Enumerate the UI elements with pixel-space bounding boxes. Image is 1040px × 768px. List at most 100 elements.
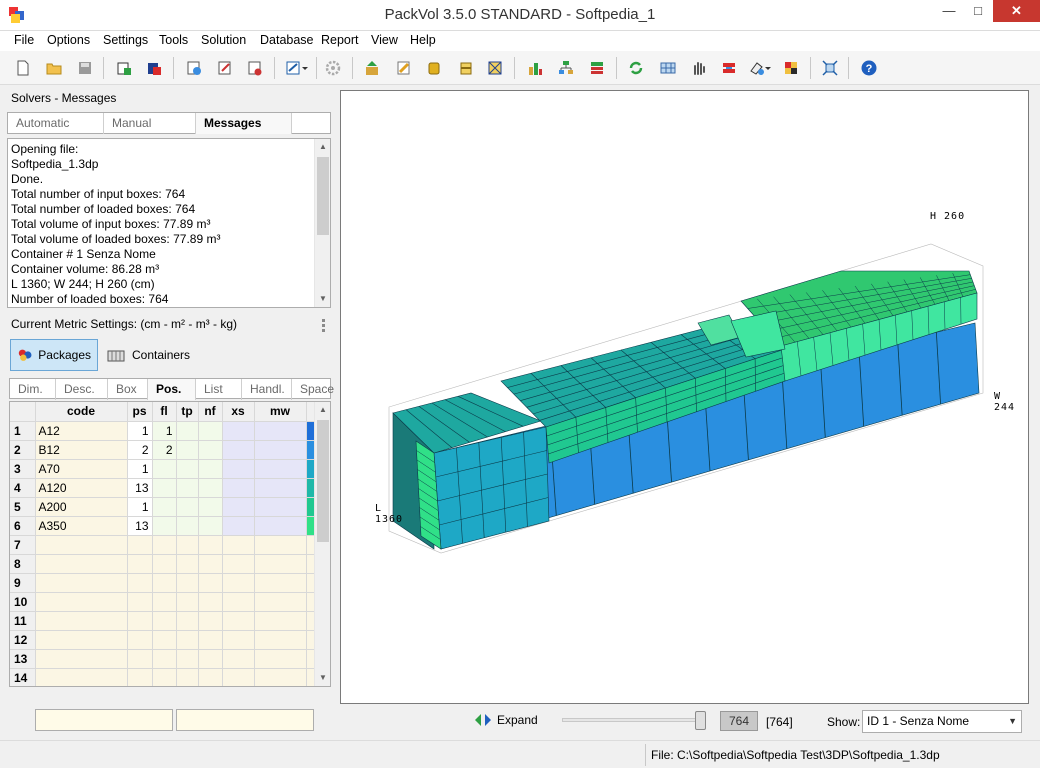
cell-tp[interactable] bbox=[176, 668, 199, 686]
table-row[interactable]: 4 A120 13 bbox=[10, 478, 317, 498]
cell-ps[interactable] bbox=[127, 573, 153, 593]
cell-tp[interactable] bbox=[176, 573, 199, 593]
column-header-tp[interactable]: tp bbox=[176, 402, 199, 422]
filter-input-right[interactable] bbox=[176, 709, 314, 731]
menu-database[interactable]: Database bbox=[260, 33, 314, 47]
scroll-thumb[interactable] bbox=[317, 420, 329, 542]
cell-mw[interactable] bbox=[254, 421, 307, 441]
cell-nf[interactable] bbox=[198, 516, 223, 536]
cell-fl[interactable] bbox=[152, 497, 177, 517]
table-row[interactable]: 11 bbox=[10, 611, 317, 631]
menu-report[interactable]: Report bbox=[321, 33, 359, 47]
cell-tp[interactable] bbox=[176, 516, 199, 536]
cell-code[interactable]: A70 bbox=[35, 459, 128, 479]
cell-fl[interactable] bbox=[152, 649, 177, 669]
split-icon[interactable] bbox=[718, 57, 740, 79]
table-row[interactable]: 5 A200 1 bbox=[10, 497, 317, 517]
tab-pos[interactable]: Pos. bbox=[148, 379, 196, 400]
cell-ps[interactable]: 1 bbox=[127, 459, 153, 479]
cell-ps[interactable]: 13 bbox=[127, 478, 153, 498]
tab-packages[interactable]: Packages bbox=[10, 339, 98, 371]
cell-code[interactable]: B12 bbox=[35, 440, 128, 460]
layers-icon[interactable] bbox=[586, 57, 608, 79]
column-header-ps[interactable]: ps bbox=[127, 402, 153, 422]
table-row[interactable]: 9 bbox=[10, 573, 317, 593]
table-row[interactable]: 12 bbox=[10, 630, 317, 650]
close-button[interactable]: ✕ bbox=[993, 0, 1040, 22]
cell-tp[interactable] bbox=[176, 649, 199, 669]
cell-xs[interactable] bbox=[222, 516, 255, 536]
open-folder-icon[interactable] bbox=[43, 57, 65, 79]
cell-ps[interactable] bbox=[127, 649, 153, 669]
tab-space[interactable]: Space bbox=[292, 379, 334, 400]
cell-xs[interactable] bbox=[222, 459, 255, 479]
save-icon[interactable] bbox=[74, 57, 96, 79]
tab-automatic[interactable]: Automatic bbox=[8, 113, 104, 134]
cell-nf[interactable] bbox=[198, 611, 223, 631]
cell-fl[interactable] bbox=[152, 611, 177, 631]
column-header-mw[interactable]: mw bbox=[254, 402, 307, 422]
cell-mw[interactable] bbox=[254, 592, 307, 612]
cell-nf[interactable] bbox=[198, 554, 223, 574]
cell-fl[interactable] bbox=[152, 554, 177, 574]
menu-options[interactable]: Options bbox=[47, 33, 90, 47]
table-row[interactable]: 6 A350 13 bbox=[10, 516, 317, 536]
cell-ps[interactable] bbox=[127, 554, 153, 574]
cell-mw[interactable] bbox=[254, 668, 307, 686]
chart-icon[interactable] bbox=[524, 57, 546, 79]
scroll-up-icon[interactable]: ▲ bbox=[315, 139, 330, 155]
cell-tp[interactable] bbox=[176, 592, 199, 612]
tab-desc[interactable]: Desc. bbox=[56, 379, 108, 400]
column-header-xs[interactable]: xs bbox=[222, 402, 255, 422]
paint-dropdown-icon[interactable] bbox=[746, 57, 774, 79]
cell-mw[interactable] bbox=[254, 573, 307, 593]
table-row[interactable]: 1 A12 1 1 bbox=[10, 421, 317, 441]
scroll-up-icon[interactable]: ▲ bbox=[315, 402, 330, 418]
table-row[interactable]: 2 B12 2 2 bbox=[10, 440, 317, 460]
cell-tp[interactable] bbox=[176, 611, 199, 631]
tab-messages[interactable]: Messages bbox=[196, 113, 292, 134]
layout-dropdown-icon[interactable] bbox=[283, 57, 311, 79]
3d-viewport[interactable]: H 260 W 244 L 1360 bbox=[340, 90, 1029, 704]
cell-nf[interactable] bbox=[198, 649, 223, 669]
cell-fl[interactable] bbox=[152, 592, 177, 612]
cell-ps[interactable]: 1 bbox=[127, 497, 153, 517]
tab-containers[interactable]: Containers bbox=[107, 339, 190, 371]
cell-fl[interactable] bbox=[152, 573, 177, 593]
cell-ps[interactable] bbox=[127, 630, 153, 650]
column-header-nf[interactable]: nf bbox=[198, 402, 223, 422]
table-row[interactable]: 8 bbox=[10, 554, 317, 574]
cell-xs[interactable] bbox=[222, 554, 255, 574]
cell-tp[interactable] bbox=[176, 630, 199, 650]
column-header-fl[interactable]: fl bbox=[152, 402, 177, 422]
cell-nf[interactable] bbox=[198, 459, 223, 479]
cell-nf[interactable] bbox=[198, 421, 223, 441]
cell-tp[interactable] bbox=[176, 535, 199, 555]
cell-code[interactable]: A350 bbox=[35, 516, 128, 536]
cell-fl[interactable]: 1 bbox=[152, 421, 177, 441]
cell-code[interactable] bbox=[35, 649, 128, 669]
cell-nf[interactable] bbox=[198, 440, 223, 460]
cell-xs[interactable] bbox=[222, 573, 255, 593]
cell-code[interactable] bbox=[35, 611, 128, 631]
menu-settings[interactable]: Settings bbox=[103, 33, 148, 47]
panel-grip-icon[interactable] bbox=[322, 319, 326, 333]
cell-mw[interactable] bbox=[254, 497, 307, 517]
cell-code[interactable]: A200 bbox=[35, 497, 128, 517]
crate-icon[interactable] bbox=[484, 57, 506, 79]
edit-icon[interactable] bbox=[214, 57, 236, 79]
cell-fl[interactable] bbox=[152, 516, 177, 536]
cell-ps[interactable] bbox=[127, 592, 153, 612]
cell-code[interactable] bbox=[35, 630, 128, 650]
cell-tp[interactable] bbox=[176, 497, 199, 517]
menu-help[interactable]: Help bbox=[410, 33, 436, 47]
scroll-down-icon[interactable]: ▼ bbox=[315, 291, 330, 307]
cell-nf[interactable] bbox=[198, 478, 223, 498]
scroll-down-icon[interactable]: ▼ bbox=[315, 670, 330, 686]
cell-nf[interactable] bbox=[198, 535, 223, 555]
tree-icon[interactable] bbox=[555, 57, 577, 79]
cell-code[interactable]: A120 bbox=[35, 478, 128, 498]
refresh-icon[interactable] bbox=[625, 57, 647, 79]
cell-xs[interactable] bbox=[222, 649, 255, 669]
tab-list[interactable]: List bbox=[196, 379, 242, 400]
